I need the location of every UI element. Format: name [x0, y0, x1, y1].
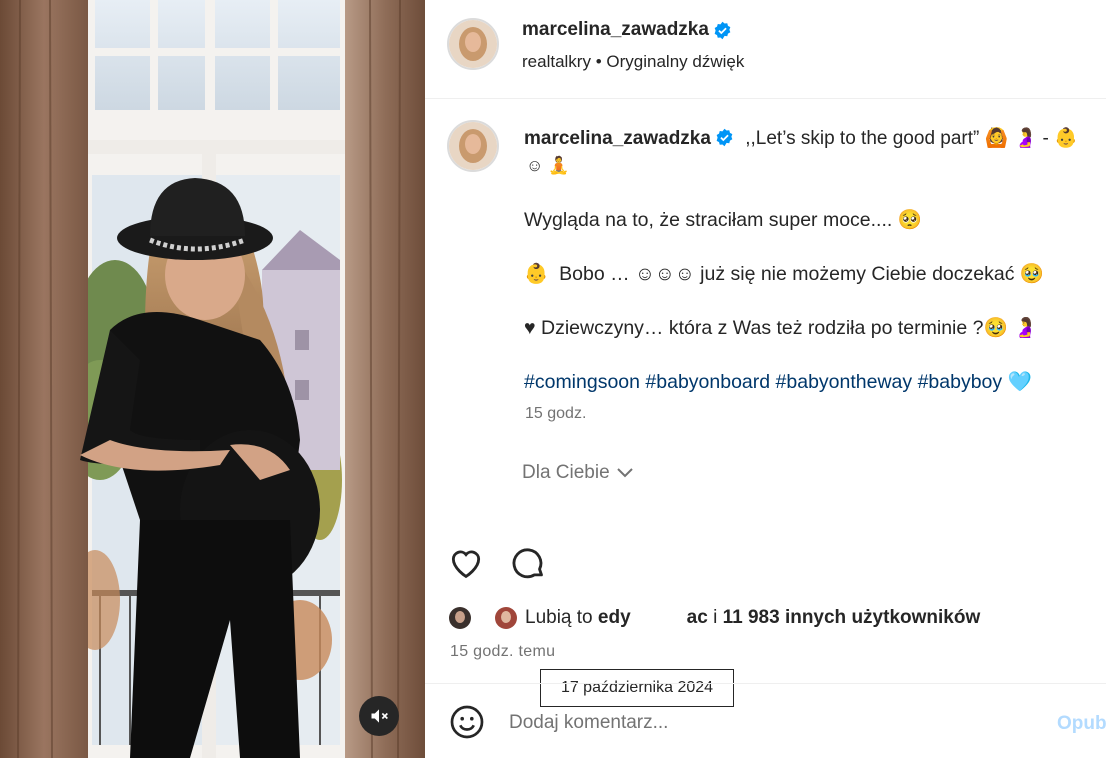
header-username[interactable]: marcelina_zawadzka [522, 19, 709, 41]
hashtag-link[interactable]: #babyboy [918, 371, 1003, 393]
caption-username[interactable]: marcelina_zawadzka [524, 128, 711, 149]
post-time-ago[interactable]: 15 godz. temu [450, 643, 555, 661]
smiley-icon[interactable] [449, 704, 485, 740]
hashtag-link[interactable]: #comingsoon [524, 371, 640, 393]
for-you-label: Dla Ciebie [522, 462, 610, 483]
comment-bar: Opublikuj [425, 683, 1106, 758]
caption-paragraph-1: Wygląda na to, że straciłam super moce..… [524, 209, 923, 231]
caption-paragraph-2: 👶 Bobo … ☺☺☺ już się nie możemy Ciebie d… [524, 263, 1045, 285]
chevron-down-icon [616, 468, 633, 478]
speaker-muted-icon [371, 709, 388, 723]
caption-emoji-continuation: ☺ 🧘 [526, 156, 570, 175]
caption-emojis: 🙆 🤰 - 👶 [984, 128, 1078, 149]
hashtag-link[interactable]: #babyontheway [776, 371, 913, 393]
post-comment-button[interactable]: Opublikuj [1057, 713, 1106, 735]
audio-title[interactable]: Oryginalny dźwięk [606, 52, 744, 71]
comment-input[interactable] [509, 706, 1029, 740]
caption-timestamp[interactable]: 15 godz. [525, 405, 586, 423]
liker-avatar[interactable] [493, 605, 519, 631]
likes-count[interactable]: 11 983 innych użytkowników [723, 607, 981, 628]
likes-text: Lubią to edy ac i 11 983 innych użytkowni… [525, 607, 981, 628]
mute-button[interactable] [359, 696, 399, 736]
likes-summary: Lubią to edy ac i 11 983 innych użytkowni… [447, 605, 980, 631]
liker-avatar[interactable] [447, 605, 473, 631]
post-header: marcelina_zawadzka realtalkry • Oryginal… [425, 0, 1106, 99]
for-you-dropdown[interactable]: Dla Ciebie [522, 462, 634, 484]
separator-dot: • [595, 52, 602, 71]
verified-badge-icon [714, 21, 731, 39]
audio-author[interactable]: realtalkry [522, 52, 591, 71]
caption-avatar[interactable] [447, 120, 499, 172]
avatar[interactable] [447, 18, 499, 70]
post-details-panel: marcelina_zawadzka realtalkry • Oryginal… [425, 0, 1106, 758]
blue-heart-emoji: 🩵 [1007, 371, 1032, 393]
hashtag-link[interactable]: #babyonboard [645, 371, 770, 393]
verified-badge-icon [716, 128, 733, 147]
video-frame-image [0, 0, 425, 758]
comment-icon[interactable] [509, 544, 547, 582]
heart-icon[interactable] [447, 544, 485, 582]
caption-first-line: marcelina_zawadzka ,,Let’s skip to the g… [524, 126, 1106, 150]
caption-quote: ,,Let’s skip to the good part” [745, 128, 980, 149]
caption-paragraph-3: ♥ Dziewczyny… która z Was też rodziła po… [524, 317, 1038, 339]
caption-hashtags: #comingsoon #babyonboard #babyontheway #… [524, 370, 1032, 394]
liker-username[interactable]: edy [598, 607, 631, 628]
caption-section: marcelina_zawadzka ,,Let’s skip to the g… [425, 100, 1106, 530]
post-actions [447, 544, 547, 582]
baby-emoji: 👶 [524, 263, 549, 285]
pleading-emoji: 🥺 [897, 209, 923, 231]
post-video[interactable] [0, 0, 425, 758]
audio-info: realtalkry • Oryginalny dźwięk [522, 52, 744, 72]
